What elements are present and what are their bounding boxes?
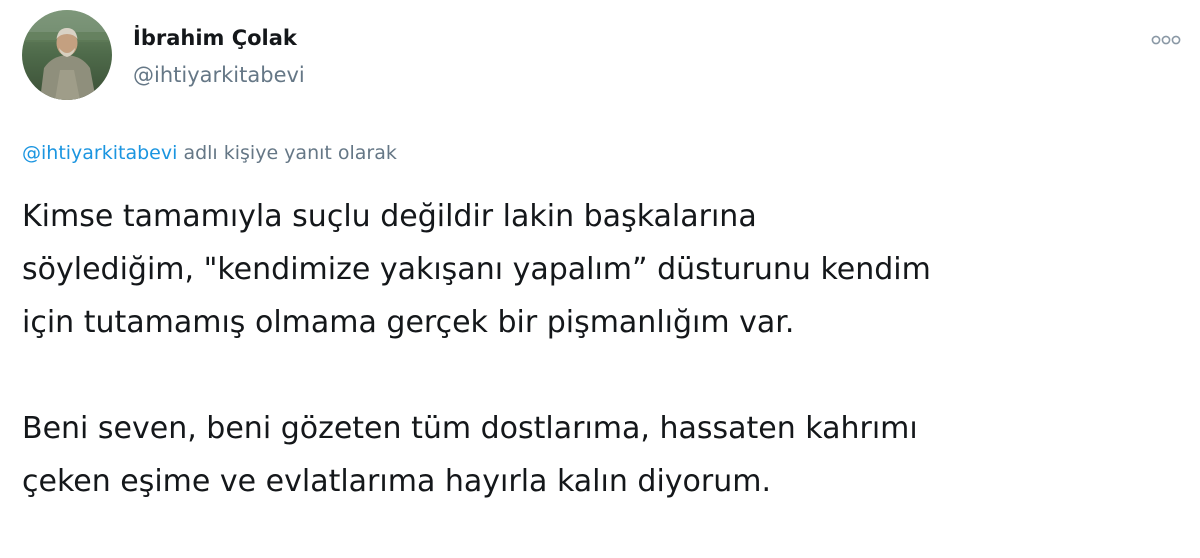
reply-context: @ihtiyarkitabevi adlı kişiye yanıt olara… [22, 142, 397, 164]
tweet-card: İbrahim Çolak @ihtiyarkitabevi @ihtiyark… [0, 0, 1200, 558]
reply-mention-link[interactable]: @ihtiyarkitabevi [22, 142, 177, 164]
tweet-paragraph: Beni seven, beni gözeten tüm dostlarıma,… [22, 411, 918, 499]
author-name[interactable]: İbrahim Çolak [133, 26, 297, 50]
more-options-icon[interactable] [1150, 30, 1182, 50]
tweet-text: Kimse tamamıyla suçlu değildir lakin baş… [22, 190, 1187, 508]
tweet-paragraph: Kimse tamamıyla suçlu değildir lakin baş… [22, 199, 931, 340]
profile-photo [22, 10, 112, 100]
avatar[interactable] [22, 10, 112, 100]
author-handle[interactable]: @ihtiyarkitabevi [133, 63, 305, 87]
reply-context-text: adlı kişiye yanıt olarak [177, 142, 397, 164]
